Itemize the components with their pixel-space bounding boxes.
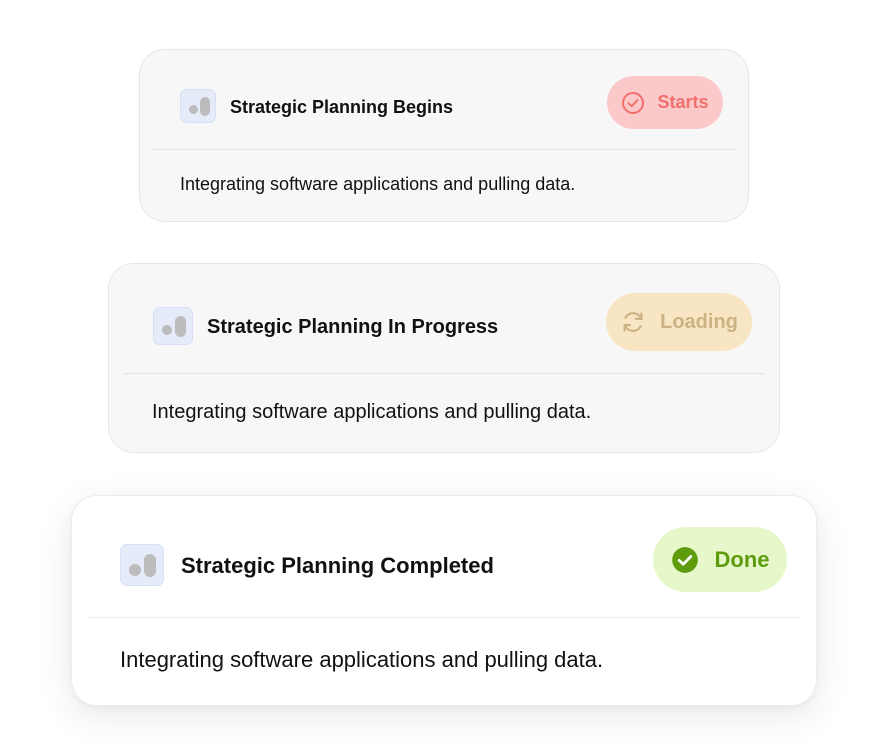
card-title: Strategic Planning In Progress [207, 316, 499, 338]
check-circle-outline-icon [621, 91, 645, 115]
card-description: Integrating software applications and pu… [180, 174, 576, 194]
status-card-in-progress: Strategic Planning In Progress Loading I… [108, 263, 780, 453]
divider [153, 149, 735, 150]
card-title: Strategic Planning Completed [181, 553, 494, 578]
status-label: Starts [657, 92, 709, 112]
check-circle-filled-icon [671, 546, 699, 574]
status-label: Done [714, 546, 770, 572]
divider [123, 373, 765, 374]
status-badge-starts: Starts [607, 76, 723, 129]
card-title: Strategic Planning Begins [230, 97, 454, 117]
divider [87, 617, 801, 618]
status-badge-done: Done [653, 527, 787, 592]
status-label: Loading [660, 310, 738, 333]
status-card-begins: Strategic Planning Begins Starts Integra… [139, 49, 749, 222]
app-chart-icon [120, 544, 164, 586]
refresh-icon [620, 309, 646, 335]
card-description: Integrating software applications and pu… [152, 401, 592, 423]
card-description: Integrating software applications and pu… [120, 647, 604, 672]
status-card-completed: Strategic Planning Completed Done Integr… [71, 495, 817, 706]
status-badge-loading: Loading [606, 293, 752, 351]
app-chart-icon [153, 307, 193, 345]
app-chart-icon [180, 89, 216, 123]
